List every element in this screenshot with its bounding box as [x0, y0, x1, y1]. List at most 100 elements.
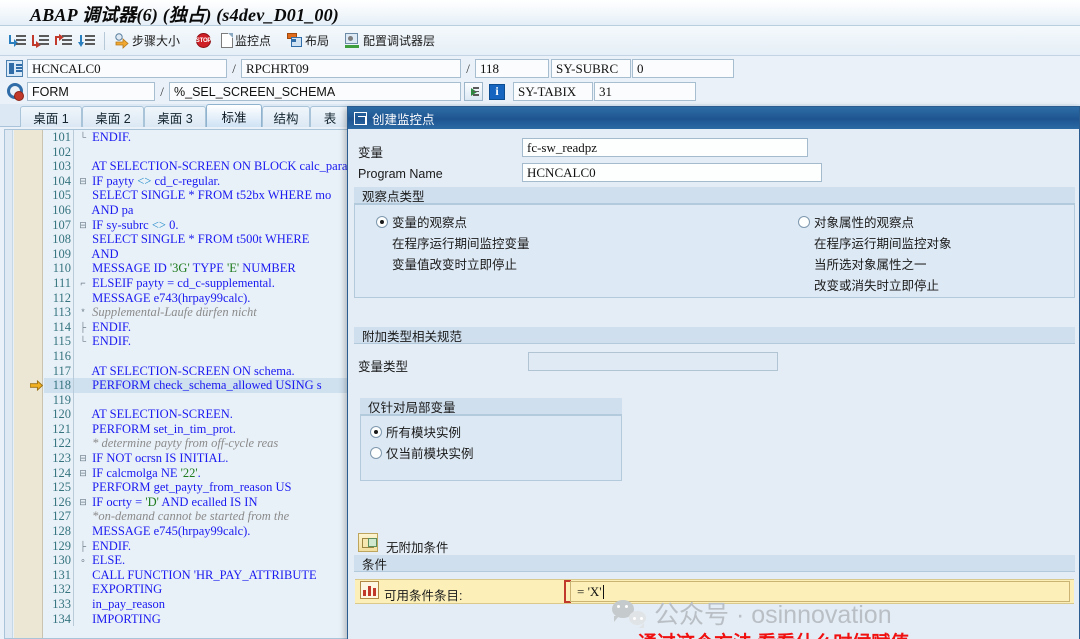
code-fold-marker[interactable]: ├	[77, 320, 89, 335]
code-line-number: 134	[44, 611, 74, 627]
code-line[interactable]: 122 * determine payty from off-cycle rea…	[44, 436, 348, 452]
code-fold-marker[interactable]: ⊟	[77, 466, 89, 481]
code-line[interactable]: 111 ⌐ ELSEIF payty = cd_c-supplemental.	[44, 275, 348, 291]
toolbar-run-to-cursor[interactable]	[75, 29, 98, 53]
code-line[interactable]: 120 AT SELECTION-SCREEN.	[44, 407, 348, 422]
code-line[interactable]: 105 SELECT SINGLE * FROM t52bx WHERE mo	[44, 188, 348, 203]
code-line-text: MESSAGE e743(hrpay99calc).	[89, 290, 251, 305]
code-fold-marker[interactable]: ⊟	[77, 174, 89, 189]
code-line[interactable]: 129 ├ ENDIF.	[44, 538, 348, 554]
radio-all-module-instances[interactable]: 所有模块实例	[370, 422, 461, 441]
code-line[interactable]: 110 MESSAGE ID '3G' TYPE 'E' NUMBER	[44, 261, 348, 276]
info-icon[interactable]: i	[489, 83, 505, 100]
tab-table[interactable]: 表	[310, 106, 350, 127]
code-line[interactable]: 108 SELECT SINGLE * FROM t500t WHERE	[44, 232, 348, 247]
code-line[interactable]: 113 * Supplemental-Laufe dürfen nicht	[44, 305, 348, 320]
code-line[interactable]: 134 IMPORTING	[44, 611, 348, 627]
toolbar-step-return[interactable]	[52, 29, 75, 53]
code-line[interactable]: 112 MESSAGE e743(hrpay99calc).	[44, 290, 348, 306]
toolbar-step-into[interactable]	[6, 29, 29, 53]
no-condition-button[interactable]	[358, 533, 378, 552]
code-line-text: AND	[89, 246, 119, 261]
radio-object-attribute-button[interactable]	[798, 215, 810, 228]
source-code-panel[interactable]: 101 └ ENDIF. 102 103 AT SELECTION-SCREEN ON…	[4, 129, 348, 639]
toolbar-configure-debugger-layer[interactable]: 配置调试器层	[342, 29, 438, 53]
code-line-number: 132	[44, 582, 74, 597]
debugger-layer-icon	[345, 33, 361, 48]
code-line-number: 118	[44, 378, 74, 393]
code-fold-marker[interactable]: └	[77, 334, 89, 349]
radio-current-module-instance[interactable]: 仅当前模块实例	[370, 443, 474, 462]
goto-source-button[interactable]	[464, 82, 483, 101]
tab-structure[interactable]: 结构	[262, 106, 310, 127]
code-line[interactable]: 103 AT SELECTION-SCREEN ON BLOCK calc_pa…	[44, 159, 348, 174]
line-number-field[interactable]: 118	[475, 59, 549, 78]
code-line[interactable]: 125 PERFORM get_payty_from_reason US	[44, 480, 348, 495]
event-name-field[interactable]: %_SEL_SCREEN_SCHEMA	[169, 82, 461, 101]
condition-input[interactable]: = 'X'	[570, 581, 1070, 602]
event-type-field[interactable]: FORM	[27, 82, 155, 101]
code-fold-marker[interactable]: ⊟	[77, 451, 89, 466]
code-line[interactable]: 106 AND pa	[44, 202, 348, 218]
program-name-input[interactable]: HCNCALC0	[522, 163, 822, 182]
code-fold-marker[interactable]: ⌐	[77, 276, 89, 291]
code-line[interactable]: 123 ⊟ IF NOT ocrsn IS INITIAL.	[44, 451, 348, 466]
condition-entries-icon[interactable]	[360, 581, 379, 599]
no-condition-label: 无附加条件	[386, 541, 449, 555]
program-field[interactable]: HCNCALC0	[27, 59, 227, 78]
code-fold-marker[interactable]: ⊟	[77, 218, 89, 233]
stop-icon: STOP	[196, 33, 211, 48]
toolbar-step-size[interactable]: 步骤大小	[111, 29, 183, 53]
breakpoint-gutter[interactable]	[14, 130, 43, 638]
radio-current-module-instance-button[interactable]	[370, 446, 382, 459]
code-line[interactable]: 104 ⊟ IF payty <> cd_c-regular.	[44, 173, 348, 189]
tab-standard[interactable]: 标准	[206, 104, 262, 127]
code-line[interactable]: 126 ⊟ IF ocrty = 'D' AND ecalled IS IN	[44, 494, 348, 510]
layout-icon	[287, 33, 303, 48]
code-line[interactable]: 119	[44, 392, 348, 408]
code-line[interactable]: 124 ⊟ IF calcmolga NE '22'.	[44, 465, 348, 481]
code-line[interactable]: 130 ∘ ELSE.	[44, 553, 348, 568]
toolbar-step-over[interactable]	[29, 29, 52, 53]
code-line[interactable]: 107 ⊟ IF sy-subrc <> 0.	[44, 217, 348, 233]
tab-desktop-1[interactable]: 桌面 1	[20, 106, 82, 127]
code-line[interactable]: 118 PERFORM check_schema_allowed USING s	[44, 378, 348, 393]
code-line[interactable]: 116	[44, 348, 348, 364]
code-line[interactable]: 131 CALL FUNCTION 'HR_PAY_ATTRIBUTE	[44, 567, 348, 583]
code-fold-marker[interactable]: *	[77, 305, 89, 320]
dialog-titlebar: 创建监控点	[348, 107, 1079, 129]
radio-all-module-instances-button[interactable]	[370, 425, 382, 438]
code-line-text: IF payty <> cd_c-regular.	[89, 173, 221, 188]
separator-slash-2: /	[466, 60, 470, 76]
toolbar-stop[interactable]: STOP	[193, 29, 214, 53]
code-fold-marker[interactable]: ∘	[77, 553, 89, 568]
tab-desktop-2[interactable]: 桌面 2	[82, 106, 144, 127]
code-line[interactable]: 128 MESSAGE e745(hrpay99calc).	[44, 524, 348, 539]
code-line[interactable]: 114 ├ ENDIF.	[44, 319, 348, 335]
code-fold-marker[interactable]: ├	[77, 539, 89, 554]
code-line-text: ENDIF.	[89, 538, 132, 553]
code-line[interactable]: 133 in_pay_reason	[44, 597, 348, 612]
dialog-window-icon	[354, 111, 367, 125]
radio-object-attribute-watchpoint[interactable]: 对象属性的观察点	[798, 212, 914, 231]
code-line[interactable]: 115 └ ENDIF.	[44, 334, 348, 349]
toolbar-layout[interactable]: 布局	[284, 29, 332, 53]
code-line-number: 109	[44, 246, 74, 262]
code-line[interactable]: 121 PERFORM set_in_tim_prot.	[44, 421, 348, 437]
code-line[interactable]: 117 AT SELECTION-SCREEN ON schema.	[44, 363, 348, 379]
code-line[interactable]: 109 AND	[44, 246, 348, 262]
radio-variable-watchpoint[interactable]: 变量的观察点	[376, 212, 467, 231]
radio-variable-watchpoint-button[interactable]	[376, 215, 388, 228]
code-line[interactable]: 127 *on-demand cannot be started from th…	[44, 509, 348, 525]
code-fold-marker[interactable]: └	[77, 130, 89, 145]
tab-desktop-3[interactable]: 桌面 3	[144, 106, 206, 127]
toolbar-watchpoint[interactable]: 监控点	[214, 29, 274, 53]
code-line[interactable]: 101 └ ENDIF.	[44, 130, 348, 145]
code-line[interactable]: 132 EXPORTING	[44, 582, 348, 597]
step-size-icon	[114, 32, 130, 49]
variable-type-input[interactable]	[528, 352, 778, 371]
variable-input[interactable]: fc-sw_readpz	[522, 138, 808, 157]
code-fold-marker[interactable]: ⊟	[77, 495, 89, 510]
code-line[interactable]: 102	[44, 144, 348, 160]
include-field[interactable]: RPCHRT09	[241, 59, 461, 78]
